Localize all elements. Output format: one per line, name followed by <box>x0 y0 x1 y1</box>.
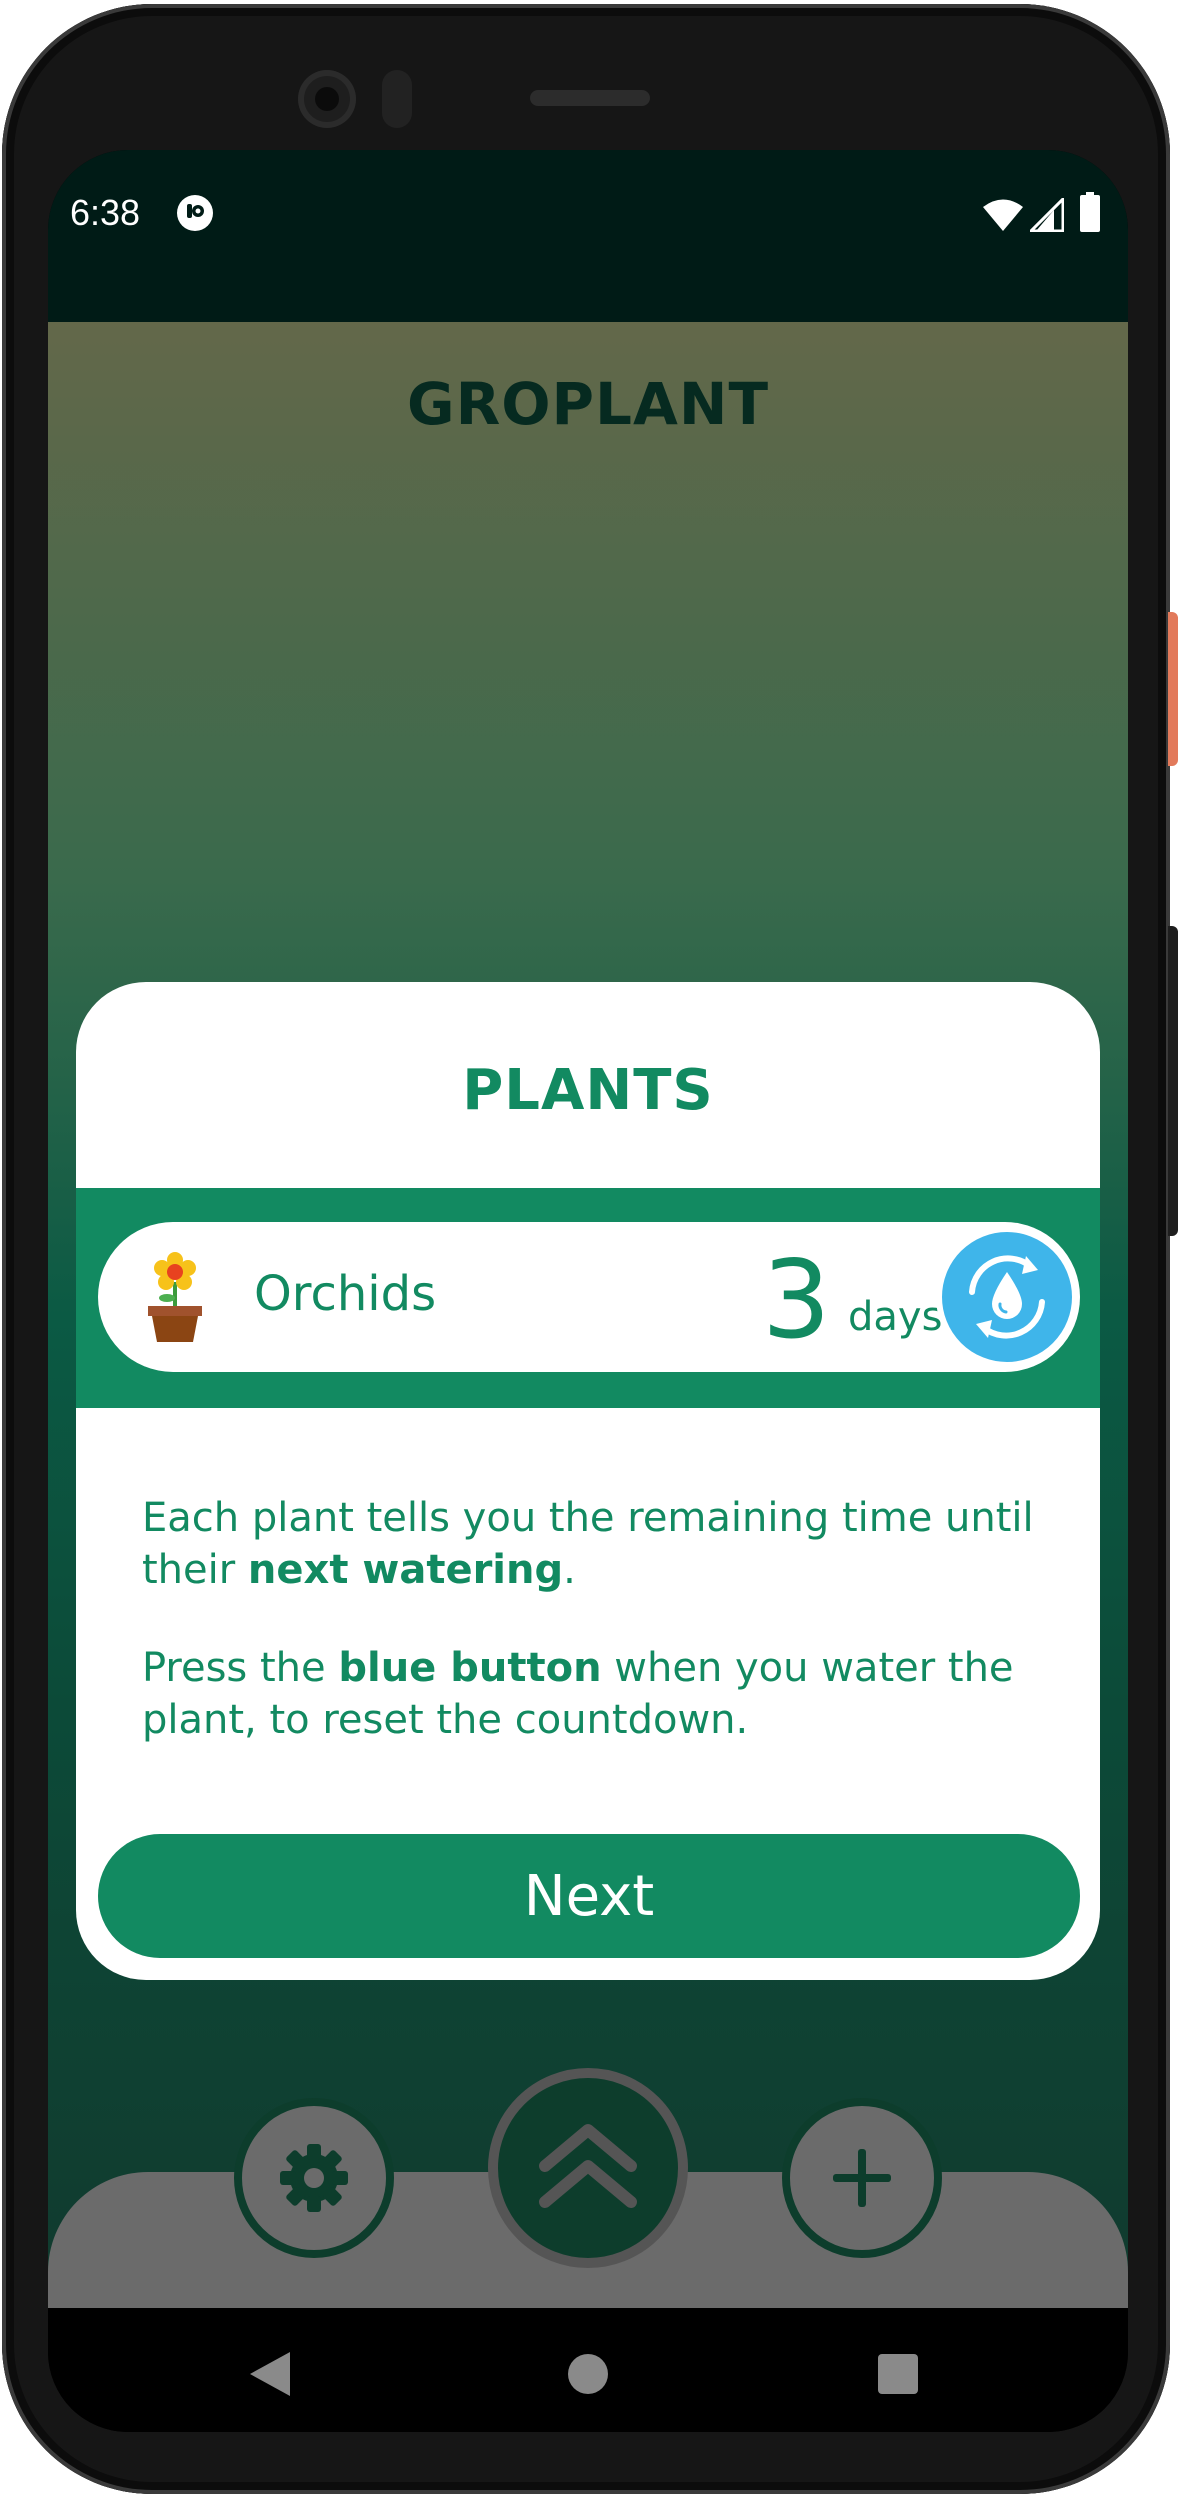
app-background: GROPLANT PLANTS Orchids 3 days Each plan… <box>48 322 1128 2308</box>
demo-plant-band: Orchids 3 days <box>76 1188 1100 1408</box>
days-remaining-label: days <box>848 1294 943 1340</box>
expand-button[interactable] <box>488 2068 688 2268</box>
power-button <box>1168 612 1178 766</box>
screen: 6:38 GROPLANT PLANTS Orchids 3 days Each… <box>48 150 1128 2432</box>
phone-frame: 6:38 GROPLANT PLANTS Orchids 3 days Each… <box>2 4 1178 2494</box>
water-reset-icon <box>969 1255 1045 1339</box>
next-button[interactable]: Next <box>98 1834 1080 1958</box>
plant-name: Orchids <box>254 1266 437 1322</box>
days-remaining-value: 3 <box>762 1238 831 1363</box>
water-reset-button[interactable] <box>936 1226 1078 1368</box>
proximity-sensor <box>382 70 412 128</box>
system-nav-bar <box>48 2308 1128 2432</box>
home-icon[interactable] <box>568 2354 608 2394</box>
app-title: GROPLANT <box>406 370 770 438</box>
volume-button <box>1168 926 1178 1236</box>
modal-title: PLANTS <box>462 1058 714 1123</box>
emphasis-blue-button: blue button <box>338 1645 602 1691</box>
signal-icon <box>1030 198 1064 232</box>
expand-up-icon <box>539 2124 637 2208</box>
notification-icon <box>177 195 213 231</box>
instruction-paragraph-2: Press the blue button when you water the… <box>142 1645 1014 1743</box>
plant-card: Orchids 3 days <box>98 1222 1080 1372</box>
flower-pot-icon <box>148 1252 202 1342</box>
status-time: 6:38 <box>70 192 141 233</box>
front-camera <box>298 70 356 128</box>
recent-apps-icon[interactable] <box>878 2354 918 2394</box>
add-plant-button[interactable] <box>782 2098 942 2258</box>
add-plus-icon <box>833 2149 891 2207</box>
wifi-icon <box>983 199 1023 231</box>
settings-gear-icon <box>280 2144 348 2212</box>
instruction-paragraph-1: Each plant tells you the remaining time … <box>142 1495 1034 1593</box>
earpiece-speaker <box>530 90 650 106</box>
emphasis-next-watering: next watering <box>247 1547 564 1593</box>
back-icon[interactable] <box>250 2352 290 2396</box>
battery-icon <box>1080 192 1100 232</box>
settings-button[interactable] <box>234 2098 394 2258</box>
status-bar: 6:38 <box>48 150 1128 322</box>
tutorial-modal: PLANTS Orchids 3 days Each plant tells y… <box>76 982 1100 1980</box>
